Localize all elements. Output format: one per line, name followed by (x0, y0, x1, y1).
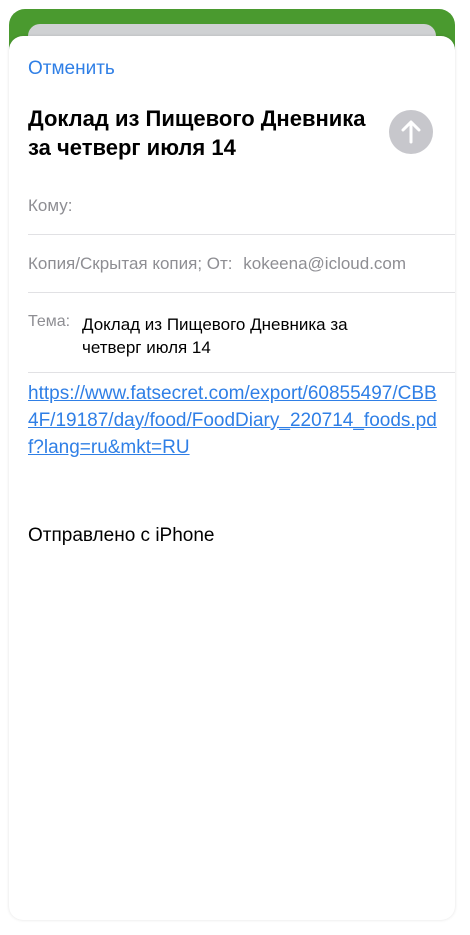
cc-from-field[interactable]: Копия/Скрытая копия; От: kokeena@icloud.… (28, 254, 455, 274)
subject-field[interactable]: Доклад из Пищевого Дневника за четверг и… (82, 313, 402, 359)
from-value[interactable]: kokeena@icloud.com (243, 254, 406, 273)
divider (28, 234, 455, 235)
mail-compose-sheet: Отменить Доклад из Пищевого Дневника за … (9, 36, 455, 920)
to-field[interactable]: Кому: (28, 196, 455, 216)
compose-title: Доклад из Пищевого Дневника за четверг и… (28, 106, 366, 160)
cc-from-label: Копия/Скрытая копия; От: (28, 254, 233, 273)
cancel-button[interactable]: Отменить (28, 58, 115, 80)
arrow-up-icon (401, 120, 421, 144)
send-button[interactable] (389, 110, 433, 154)
signature-text: Отправлено с iPhone (28, 525, 215, 546)
subject-label: Тема: (28, 313, 71, 330)
divider (28, 372, 455, 373)
export-link[interactable]: https://www.fatsecret.com/export/6085549… (28, 380, 438, 461)
to-label: Кому: (28, 196, 73, 215)
divider (28, 292, 455, 293)
